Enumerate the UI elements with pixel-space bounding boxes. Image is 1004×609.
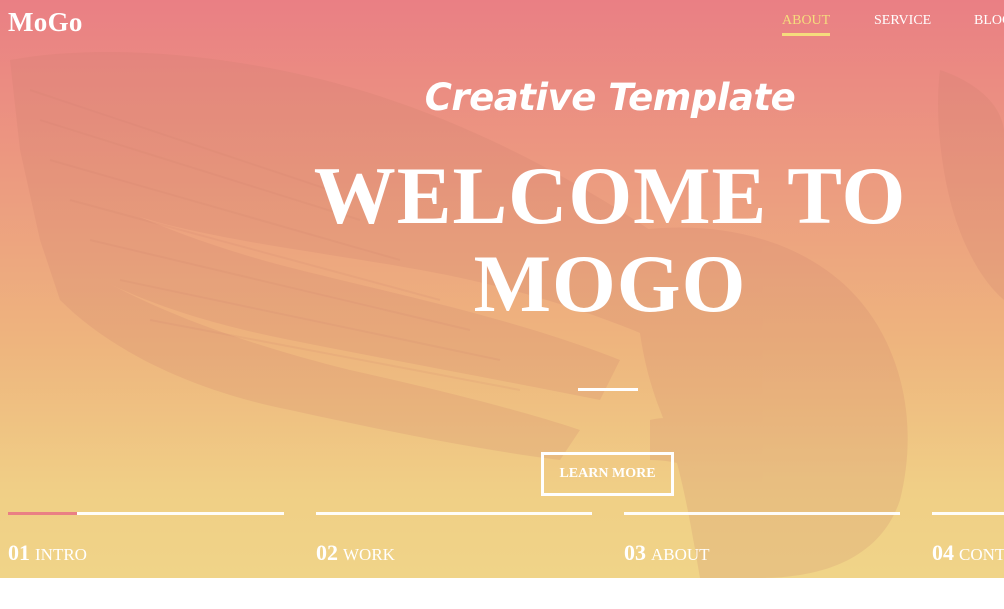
slide-progress-bar xyxy=(8,512,77,515)
slide-title: CONTACTS xyxy=(959,545,1004,564)
hero-title: WELCOME TO MOGO xyxy=(270,152,950,328)
nav-item-service[interactable]: SERVICE xyxy=(874,13,931,29)
slide-number: 03 xyxy=(624,540,646,565)
nav-item-about[interactable]: ABOUT xyxy=(782,13,831,36)
hero-title-line-2: MOGO xyxy=(473,238,747,329)
slide-label: 03 ABOUT xyxy=(624,540,710,566)
slide-number: 01 xyxy=(8,540,30,565)
slide-title: WORK xyxy=(343,545,395,564)
slide-number: 02 xyxy=(316,540,338,565)
hero-title-line-1: WELCOME TO xyxy=(313,150,907,241)
slide-title: INTRO xyxy=(35,545,87,564)
logo[interactable]: MoGo xyxy=(8,6,83,38)
hero-divider xyxy=(578,388,638,391)
slide-number: 04 xyxy=(932,540,954,565)
hero-section: MoGo ABOUT SERVICE BLOG Creative Templat… xyxy=(0,0,1004,578)
slide-bar xyxy=(932,512,1004,515)
slide-bar xyxy=(624,512,900,515)
slide-title: ABOUT xyxy=(651,545,710,564)
hero-subtitle: Creative Template xyxy=(424,76,796,119)
slide-label: 01 INTRO xyxy=(8,540,87,566)
slide-label: 04 CONTACTS xyxy=(932,540,1004,566)
slide-label: 02 WORK xyxy=(316,540,395,566)
nav-item-blog[interactable]: BLOG xyxy=(974,13,1004,29)
slider-navigation: 01 INTRO 02 WORK 03 ABOUT 04 CONTACTS xyxy=(0,510,1004,578)
slide-bar xyxy=(316,512,592,515)
learn-more-button[interactable]: LEARN MORE xyxy=(541,452,674,496)
